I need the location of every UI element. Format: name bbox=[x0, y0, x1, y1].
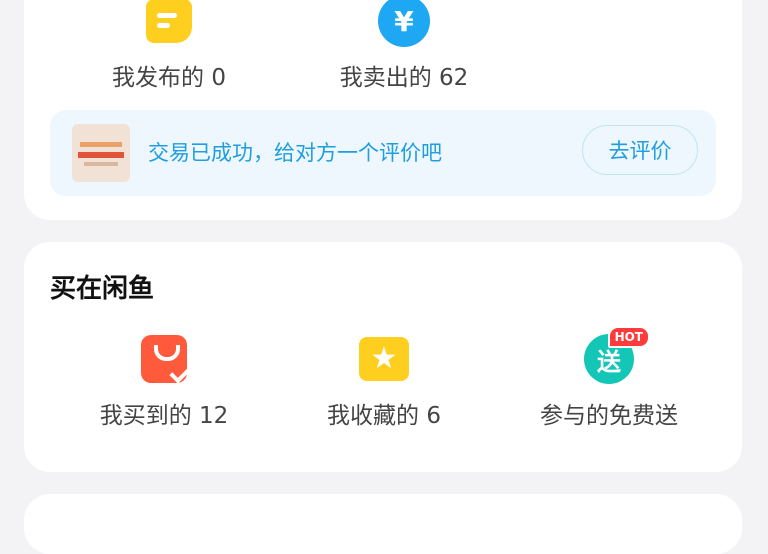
sell-card: 我发布的 0 ¥ 我卖出的 62 交易已成功，给对方一个评价吧 去评价 bbox=[24, 0, 742, 220]
note-icon bbox=[142, 0, 196, 48]
product-thumbnail bbox=[72, 124, 130, 182]
shopping-bag-icon bbox=[137, 332, 191, 386]
my-bought-item[interactable]: 我买到的 12 bbox=[54, 332, 274, 430]
buy-card: 买在闲鱼 我买到的 12 ★ 我收藏的 6 送 HOT 参与的免费送 bbox=[24, 242, 742, 472]
review-reminder-banner[interactable]: 交易已成功，给对方一个评价吧 去评价 bbox=[50, 110, 716, 196]
my-bought-label: 我买到的 12 bbox=[99, 403, 229, 429]
section-title: 买在闲鱼 bbox=[50, 274, 155, 304]
my-sold-label: 我卖出的 62 bbox=[339, 65, 469, 91]
review-reminder-message: 交易已成功，给对方一个评价吧 bbox=[148, 141, 442, 165]
my-favorites-item[interactable]: ★ 我收藏的 6 bbox=[274, 332, 494, 430]
my-published-label: 我发布的 0 bbox=[112, 65, 226, 91]
free-giveaway-item[interactable]: 送 HOT 参与的免费送 bbox=[499, 326, 719, 430]
star-box-icon: ★ bbox=[357, 332, 411, 386]
yen-coin-icon: ¥ bbox=[377, 0, 431, 48]
free-giveaway-label: 参与的免费送 bbox=[540, 403, 678, 429]
my-published-item[interactable]: 我发布的 0 bbox=[59, 0, 279, 92]
go-review-button[interactable]: 去评价 bbox=[582, 125, 698, 175]
hot-badge: HOT bbox=[607, 326, 650, 348]
my-sold-item[interactable]: ¥ 我卖出的 62 bbox=[294, 0, 514, 92]
my-favorites-label: 我收藏的 6 bbox=[327, 403, 441, 429]
free-gift-icon: 送 HOT bbox=[582, 326, 650, 386]
next-card bbox=[24, 494, 742, 554]
